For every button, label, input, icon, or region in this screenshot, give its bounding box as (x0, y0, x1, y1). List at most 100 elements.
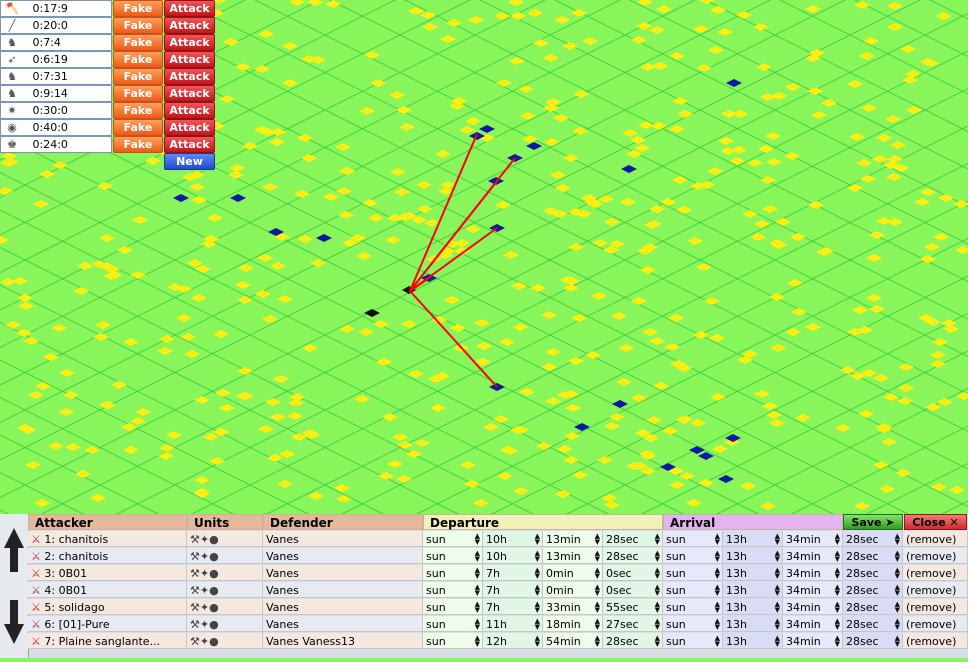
spinner-arrows-icon[interactable]: ▲ ▼ (895, 584, 900, 597)
departure-spinner[interactable]: 54min ▲ ▼ (543, 633, 603, 649)
new-button[interactable]: New (164, 153, 215, 170)
remove-link[interactable]: (remove) (903, 633, 968, 649)
spinner-arrows-icon[interactable]: ▲ ▼ (775, 550, 780, 563)
close-button[interactable]: Close ✕ (904, 514, 967, 530)
attack-button[interactable]: Attack (164, 68, 215, 85)
arrival-spinner[interactable]: 13h ▲ ▼ (723, 599, 783, 615)
fake-button[interactable]: Fake (113, 85, 163, 102)
spinner-arrows-icon[interactable]: ▲ ▼ (835, 584, 840, 597)
attack-button[interactable]: Attack (164, 102, 215, 119)
fake-button[interactable]: Fake (113, 119, 163, 136)
departure-spinner[interactable]: 28sec ▲ ▼ (603, 633, 663, 649)
departure-spinner[interactable]: 13min ▲ ▼ (543, 531, 603, 547)
spinner-arrows-icon[interactable]: ▲ ▼ (715, 533, 720, 546)
spinner-arrows-icon[interactable]: ▲ ▼ (775, 584, 780, 597)
fake-button[interactable]: Fake (113, 68, 163, 85)
arrival-spinner[interactable]: 28sec ▲ ▼ (843, 548, 903, 564)
fake-button[interactable]: Fake (113, 102, 163, 119)
arrival-spinner[interactable]: 13h ▲ ▼ (723, 531, 783, 547)
spinner-arrows-icon[interactable]: ▲ ▼ (655, 567, 660, 580)
spinner-arrows-icon[interactable]: ▲ ▼ (535, 567, 540, 580)
arrival-spinner[interactable]: sun ▲ ▼ (663, 633, 723, 649)
spinner-arrows-icon[interactable]: ▲ ▼ (775, 601, 780, 614)
arrival-spinner[interactable]: 13h ▲ ▼ (723, 582, 783, 598)
spinner-arrows-icon[interactable]: ▲ ▼ (655, 584, 660, 597)
spinner-arrows-icon[interactable]: ▲ ▼ (535, 601, 540, 614)
spinner-arrows-icon[interactable]: ▲ ▼ (475, 635, 480, 648)
table-row[interactable]: ⚔ 5: solidago ⚒✦● Vanes sun ▲ ▼ 7h ▲ ▼ 33m… (28, 599, 968, 616)
attack-button[interactable]: Attack (164, 0, 215, 17)
fake-button[interactable]: Fake (113, 51, 163, 68)
spinner-arrows-icon[interactable]: ▲ ▼ (835, 567, 840, 580)
arrival-spinner[interactable]: 13h ▲ ▼ (723, 616, 783, 632)
spinner-arrows-icon[interactable]: ▲ ▼ (535, 550, 540, 563)
spinner-arrows-icon[interactable]: ▲ ▼ (715, 584, 720, 597)
fake-button[interactable]: Fake (113, 136, 163, 153)
table-row[interactable]: ⚔ 7: Plaine sanglante... ⚒✦● Vanes Vanes… (28, 633, 968, 650)
spinner-arrows-icon[interactable]: ▲ ▼ (475, 584, 480, 597)
spinner-arrows-icon[interactable]: ▲ ▼ (595, 550, 600, 563)
arrival-spinner[interactable]: 13h ▲ ▼ (723, 633, 783, 649)
spinner-arrows-icon[interactable]: ▲ ▼ (475, 533, 480, 546)
departure-spinner[interactable]: sun ▲ ▼ (423, 548, 483, 564)
arrival-spinner[interactable]: sun ▲ ▼ (663, 582, 723, 598)
departure-spinner[interactable]: 28sec ▲ ▼ (603, 548, 663, 564)
spinner-arrows-icon[interactable]: ▲ ▼ (655, 550, 660, 563)
spinner-arrows-icon[interactable]: ▲ ▼ (535, 533, 540, 546)
arrival-spinner[interactable]: 13h ▲ ▼ (723, 565, 783, 581)
save-button[interactable]: Save ➤ (843, 514, 903, 530)
departure-spinner[interactable]: 27sec ▲ ▼ (603, 616, 663, 632)
spinner-arrows-icon[interactable]: ▲ ▼ (895, 635, 900, 648)
departure-spinner[interactable]: 7h ▲ ▼ (483, 599, 543, 615)
spinner-arrows-icon[interactable]: ▲ ▼ (535, 618, 540, 631)
attack-button[interactable]: Attack (164, 17, 215, 34)
spinner-arrows-icon[interactable]: ▲ ▼ (835, 533, 840, 546)
spinner-arrows-icon[interactable]: ▲ ▼ (595, 618, 600, 631)
departure-spinner[interactable]: 0sec ▲ ▼ (603, 582, 663, 598)
arrival-spinner[interactable]: 34min ▲ ▼ (783, 548, 843, 564)
spinner-arrows-icon[interactable]: ▲ ▼ (895, 618, 900, 631)
arrival-spinner[interactable]: 13h ▲ ▼ (723, 548, 783, 564)
arrival-spinner[interactable]: 34min ▲ ▼ (783, 616, 843, 632)
attack-button[interactable]: Attack (164, 34, 215, 51)
departure-spinner[interactable]: 12h ▲ ▼ (483, 633, 543, 649)
arrival-spinner[interactable]: 34min ▲ ▼ (783, 582, 843, 598)
table-row[interactable]: ⚔ 3: 0B01 ⚒✦● Vanes sun ▲ ▼ 7h ▲ ▼ 0min ▲ ▼… (28, 565, 968, 582)
table-row[interactable]: ⚔ 6: [01]-Pure ⚒✦● Vanes sun ▲ ▼ 11h ▲ ▼ 1… (28, 616, 968, 633)
spinner-arrows-icon[interactable]: ▲ ▼ (595, 635, 600, 648)
remove-link[interactable]: (remove) (903, 531, 968, 547)
departure-spinner[interactable]: 0min ▲ ▼ (543, 582, 603, 598)
arrival-spinner[interactable]: sun ▲ ▼ (663, 599, 723, 615)
spinner-arrows-icon[interactable]: ▲ ▼ (475, 601, 480, 614)
attack-button[interactable]: Attack (164, 119, 215, 136)
move-down-button[interactable] (0, 586, 29, 658)
spinner-arrows-icon[interactable]: ▲ ▼ (775, 533, 780, 546)
arrival-spinner[interactable]: 34min ▲ ▼ (783, 565, 843, 581)
arrival-spinner[interactable]: sun ▲ ▼ (663, 616, 723, 632)
departure-spinner[interactable]: 11h ▲ ▼ (483, 616, 543, 632)
departure-spinner[interactable]: sun ▲ ▼ (423, 531, 483, 547)
departure-spinner[interactable]: 0sec ▲ ▼ (603, 565, 663, 581)
spinner-arrows-icon[interactable]: ▲ ▼ (715, 601, 720, 614)
departure-spinner[interactable]: 10h ▲ ▼ (483, 531, 543, 547)
spinner-arrows-icon[interactable]: ▲ ▼ (775, 635, 780, 648)
arrival-spinner[interactable]: 28sec ▲ ▼ (843, 616, 903, 632)
fake-button[interactable]: Fake (113, 17, 163, 34)
arrival-spinner[interactable]: 28sec ▲ ▼ (843, 633, 903, 649)
arrival-spinner[interactable]: 28sec ▲ ▼ (843, 531, 903, 547)
spinner-arrows-icon[interactable]: ▲ ▼ (835, 550, 840, 563)
spinner-arrows-icon[interactable]: ▲ ▼ (895, 533, 900, 546)
spinner-arrows-icon[interactable]: ▲ ▼ (895, 601, 900, 614)
table-row[interactable]: ⚔ 1: chanitois ⚒✦● Vanes sun ▲ ▼ 10h ▲ ▼ 1… (28, 531, 968, 548)
spinner-arrows-icon[interactable]: ▲ ▼ (655, 635, 660, 648)
spinner-arrows-icon[interactable]: ▲ ▼ (535, 584, 540, 597)
departure-spinner[interactable]: sun ▲ ▼ (423, 565, 483, 581)
spinner-arrows-icon[interactable]: ▲ ▼ (895, 550, 900, 563)
arrival-spinner[interactable]: 28sec ▲ ▼ (843, 582, 903, 598)
table-row[interactable]: ⚔ 4: 0B01 ⚒✦● Vanes sun ▲ ▼ 7h ▲ ▼ 0min ▲ ▼… (28, 582, 968, 599)
move-up-button[interactable] (0, 514, 29, 586)
spinner-arrows-icon[interactable]: ▲ ▼ (895, 567, 900, 580)
arrival-spinner[interactable]: sun ▲ ▼ (663, 531, 723, 547)
spinner-arrows-icon[interactable]: ▲ ▼ (535, 635, 540, 648)
departure-spinner[interactable]: 10h ▲ ▼ (483, 548, 543, 564)
